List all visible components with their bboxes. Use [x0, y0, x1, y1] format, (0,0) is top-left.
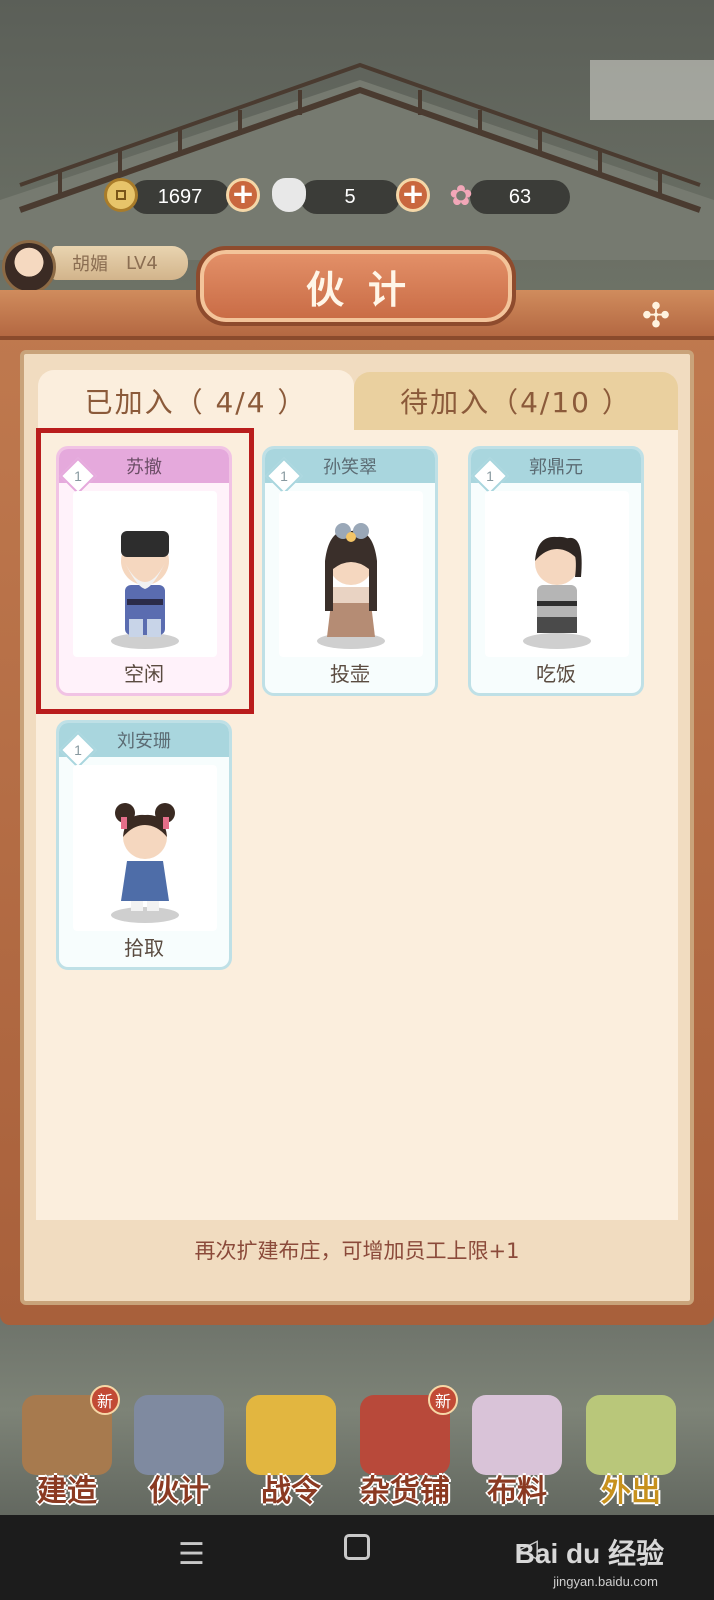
maid-figure: [317, 523, 385, 649]
player-name: 胡媚: [72, 254, 108, 275]
coin-icon: [104, 178, 138, 212]
tab-joined[interactable]: 已加入（ 4/4 ）: [38, 370, 354, 432]
player-plate: 胡媚 LV4: [52, 246, 188, 280]
worker-portrait: [279, 491, 423, 657]
menu-build[interactable]: 新 建造: [12, 1385, 122, 1510]
close-button[interactable]: ✣: [636, 296, 676, 336]
add-silver-button[interactable]: +: [396, 178, 430, 212]
menu-label: 战令: [261, 1474, 321, 1509]
new-badge: 新: [428, 1385, 458, 1415]
worker-portrait: [485, 491, 629, 657]
menu-label: 布料: [487, 1474, 547, 1509]
flower-icon: ✿: [449, 178, 473, 212]
menu-label: 外出: [601, 1474, 661, 1509]
workers-icon: [134, 1395, 224, 1475]
menu-workers[interactable]: 伙计: [124, 1385, 234, 1510]
fabric-icon: [472, 1395, 562, 1475]
footer-note: 再次扩建布庄，可增加员工上限+1: [194, 1239, 520, 1263]
close-icon: ✣: [641, 296, 671, 336]
coin-count: 1697: [130, 180, 230, 214]
add-coins-button[interactable]: +: [226, 178, 260, 212]
silver-ingot-icon: [272, 178, 306, 212]
worker-card[interactable]: 刘安珊 1 拾取: [56, 720, 232, 970]
worker-card[interactable]: 孙笑翠 1 投壶: [262, 446, 438, 696]
silver-count: 5: [300, 180, 400, 214]
background-roof: [0, 60, 714, 260]
worker-status: 拾取: [124, 936, 164, 960]
home-icon[interactable]: [344, 1534, 370, 1560]
flower-count: 63: [470, 180, 570, 214]
new-badge: 新: [90, 1385, 120, 1415]
player-tag[interactable]: 胡媚 LV4: [0, 240, 190, 294]
worker-status: 投壶: [330, 662, 370, 686]
young-man-figure: [523, 536, 591, 649]
menu-battle-pass[interactable]: 战令: [236, 1385, 346, 1510]
dialog-title: 伙计: [196, 246, 516, 326]
menu-outing[interactable]: 外出: [576, 1385, 686, 1510]
menu-label: 杂货铺: [360, 1474, 450, 1509]
menu-label: 伙计: [149, 1474, 209, 1509]
menu-label: 建造: [37, 1474, 97, 1509]
menu-fabric[interactable]: 布料: [462, 1385, 572, 1510]
menu-icon[interactable]: ☰: [178, 1537, 205, 1572]
watermark-url: jingyan.baidu.com: [553, 1574, 658, 1589]
menu-shop[interactable]: 新 杂货铺: [350, 1385, 460, 1510]
worker-card[interactable]: 郭鼎元 1 吃饭: [468, 446, 644, 696]
girl-figure: [111, 803, 179, 923]
player-level: LV4: [126, 252, 158, 274]
battle-pass-icon: [246, 1395, 336, 1475]
bottom-menu: 新 建造 伙计 战令 新 杂货铺 布料 外出: [0, 1385, 714, 1515]
worker-status: 吃饭: [536, 662, 576, 686]
watermark-logo: Bai du 经验: [514, 1538, 664, 1569]
tab-pending[interactable]: 待加入（4/10 ）: [354, 372, 678, 430]
worker-portrait: [73, 765, 217, 931]
player-avatar: [2, 240, 56, 294]
selection-highlight: [36, 428, 254, 714]
outing-icon: [586, 1395, 676, 1475]
